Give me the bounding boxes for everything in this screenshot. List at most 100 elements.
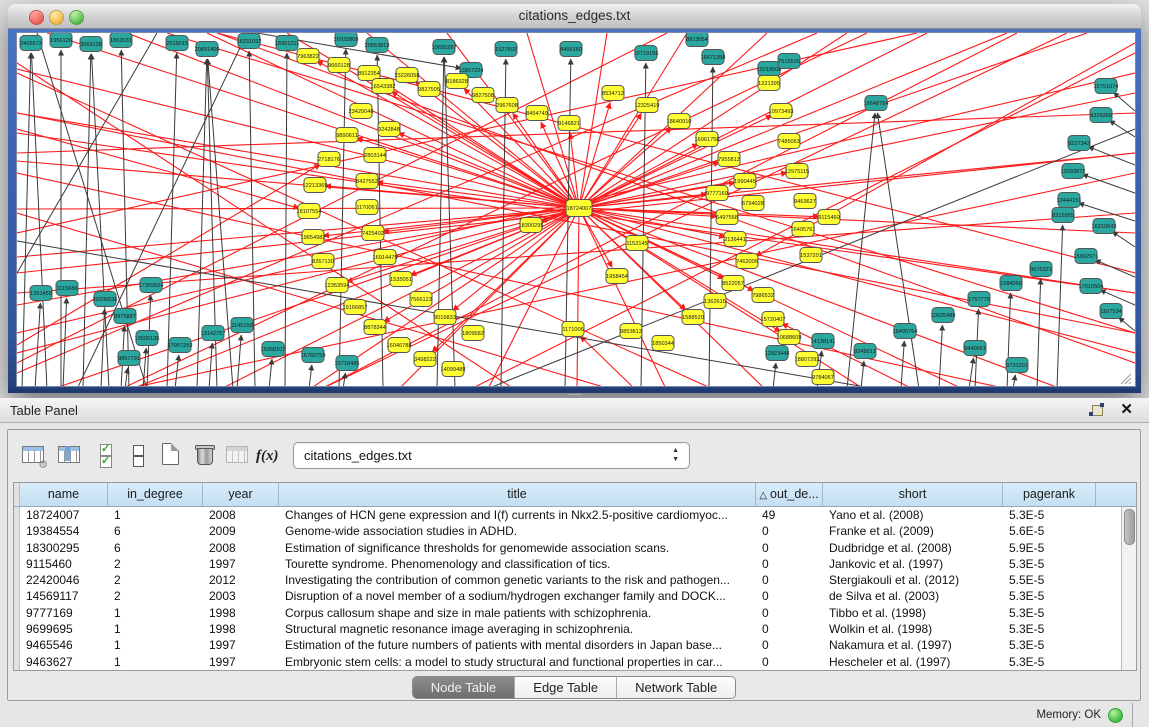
column-header-out_de[interactable]: △out_de... xyxy=(756,483,823,506)
network-node[interactable]: 16033809 xyxy=(334,33,359,47)
create-column-icon[interactable] xyxy=(156,440,186,470)
network-node[interactable]: 8215955 xyxy=(1052,208,1074,223)
network-node[interactable]: 16495764 xyxy=(893,324,918,339)
network-node[interactable]: 9016833 xyxy=(434,310,456,325)
network-node[interactable]: 16914479 xyxy=(373,250,398,265)
table-row[interactable]: 1872400712008Changes of HCN gene express… xyxy=(14,507,1121,523)
network-node[interactable]: 10655287 xyxy=(432,40,457,55)
network-node[interactable]: 7955812 xyxy=(718,152,740,167)
tab-node-table[interactable]: Node Table xyxy=(413,677,516,698)
network-node[interactable]: 1757775 xyxy=(968,292,990,307)
network-node[interactable]: 9463627 xyxy=(794,194,816,209)
network-node[interactable]: 9777169 xyxy=(706,186,728,201)
network-node[interactable]: 7425402 xyxy=(362,226,384,241)
network-node[interactable]: 1170061 xyxy=(356,200,378,215)
network-node[interactable]: 2718176 xyxy=(318,152,340,167)
network-node[interactable]: 15751074 xyxy=(1094,79,1119,94)
network-node[interactable]: 16495761 xyxy=(791,222,816,237)
network-node[interactable]: 20206536 xyxy=(93,292,118,307)
tab-edge-table[interactable]: Edge Table xyxy=(515,677,617,698)
network-node[interactable]: 18300295 xyxy=(519,218,544,233)
network-node[interactable]: 9115460 xyxy=(818,210,840,225)
network-node[interactable]: 1862031 xyxy=(110,33,132,48)
network-node[interactable]: 2136441 xyxy=(724,232,746,247)
column-header-name[interactable]: name xyxy=(20,483,108,506)
network-node[interactable]: 16961758 xyxy=(695,132,720,147)
network-node[interactable]: 10688609 xyxy=(777,330,802,345)
network-node[interactable]: 16543382 xyxy=(371,79,396,94)
network-node[interactable]: 9242848 xyxy=(378,122,400,137)
network-node[interactable]: 8878344 xyxy=(364,320,386,335)
network-node[interactable]: 12353594 xyxy=(325,278,350,293)
network-node[interactable]: 1527602 xyxy=(495,42,517,57)
column-header-title[interactable]: title xyxy=(279,483,756,506)
network-node[interactable]: 16671358 xyxy=(701,50,726,65)
network-node[interactable]: 16782759 xyxy=(301,348,326,363)
network-node[interactable]: 1535051 xyxy=(390,272,412,287)
vertical-scrollbar[interactable] xyxy=(1121,507,1136,670)
close-panel-icon[interactable]: ✕ xyxy=(1120,401,1133,419)
network-node[interactable]: 3069138 xyxy=(80,37,102,52)
network-node[interactable]: 13505135 xyxy=(135,331,160,346)
network-node[interactable]: 18301211 xyxy=(275,36,299,51)
network-node[interactable]: 2803144 xyxy=(364,148,386,163)
network-node[interactable]: 1145193 xyxy=(231,318,253,333)
column-header-pagerank[interactable]: pagerank xyxy=(1003,483,1096,506)
network-node[interactable]: 13142757 xyxy=(201,326,226,341)
network-node[interactable]: 15992971 xyxy=(1074,249,1099,264)
network-node[interactable]: 9731201 xyxy=(1006,358,1028,373)
network-node[interactable]: 10025488 xyxy=(931,308,956,323)
network-canvas[interactable]: 1872400724055721956126306913818620312516… xyxy=(16,32,1136,387)
network-node[interactable]: 3498222 xyxy=(414,352,436,367)
network-node[interactable]: 1958454 xyxy=(606,269,628,284)
network-node[interactable]: 17016504 xyxy=(1079,279,1104,294)
network-node[interactable]: 1990445 xyxy=(734,174,756,189)
network-node[interactable]: 6794028 xyxy=(742,196,764,211)
delete-column-icon[interactable] xyxy=(190,440,220,470)
network-node[interactable]: 9975887 xyxy=(114,309,136,324)
network-node[interactable]: 9146821 xyxy=(558,116,580,131)
network-node[interactable]: 19166857 xyxy=(343,300,368,315)
network-node[interactable]: 9329366 xyxy=(1090,108,1112,123)
table-row[interactable]: 2242004622012Investigating the contribut… xyxy=(14,572,1121,588)
network-node[interactable]: 9245012 xyxy=(854,344,876,359)
network-node[interactable]: 16231092 xyxy=(237,34,262,49)
window-titlebar[interactable]: citations_edges.txt xyxy=(8,4,1141,29)
network-node[interactable]: 12213369 xyxy=(303,178,328,193)
network-node[interactable]: 12923448 xyxy=(765,346,790,361)
network-node[interactable]: 18640910 xyxy=(667,114,692,129)
network-node[interactable]: 8522057 xyxy=(722,276,744,291)
network-node[interactable]: 8454749 xyxy=(526,106,548,121)
network-node[interactable]: 1391459 xyxy=(30,286,52,301)
network-node[interactable]: 1850344 xyxy=(652,336,674,351)
network-node[interactable]: 9227342 xyxy=(1068,136,1090,151)
network-node[interactable]: 1809682 xyxy=(462,326,484,341)
network-node[interactable]: 9440661 xyxy=(964,341,986,356)
column-header-short[interactable]: short xyxy=(823,483,1003,506)
table-row[interactable]: 977716911998Corpus callosum shape and si… xyxy=(14,605,1121,621)
network-node[interactable]: 1362615 xyxy=(704,294,726,309)
network-node[interactable]: 8813054 xyxy=(686,33,708,47)
table-row[interactable]: 911546021997Tourette syndrome. Phenomeno… xyxy=(14,556,1121,572)
scrollbar-thumb[interactable] xyxy=(1124,509,1135,545)
network-node[interactable]: 1537201 xyxy=(800,248,822,263)
table-row[interactable]: 1456911722003Disruption of a novel membe… xyxy=(14,588,1121,604)
network-node[interactable]: 9827508 xyxy=(472,88,494,103)
network-node[interactable]: 10719155 xyxy=(634,46,659,61)
network-node[interactable]: 16958107 xyxy=(261,342,286,357)
function-builder-icon[interactable]: f(x) xyxy=(256,440,286,470)
network-node[interactable]: 16210643 xyxy=(1092,219,1117,234)
network-node[interactable]: 8466160 xyxy=(560,42,582,57)
tab-network-table[interactable]: Network Table xyxy=(617,677,735,698)
network-node[interactable]: 20891406 xyxy=(195,42,220,57)
network-node[interactable]: 1171006 xyxy=(562,322,584,337)
network-node[interactable]: 9676321 xyxy=(1030,262,1052,277)
network-node[interactable]: 1153145 xyxy=(626,236,648,251)
table-row[interactable]: 946362711997Embryonic stem cells: a mode… xyxy=(14,654,1121,670)
network-node[interactable]: 10973493 xyxy=(769,104,794,119)
float-panel-icon[interactable] xyxy=(1089,403,1105,419)
network-node[interactable]: 1588520 xyxy=(682,310,704,325)
network-node[interactable]: 14099489 xyxy=(441,362,466,377)
show-column-icon[interactable] xyxy=(54,440,84,470)
network-node[interactable]: 9784067 xyxy=(812,370,834,385)
